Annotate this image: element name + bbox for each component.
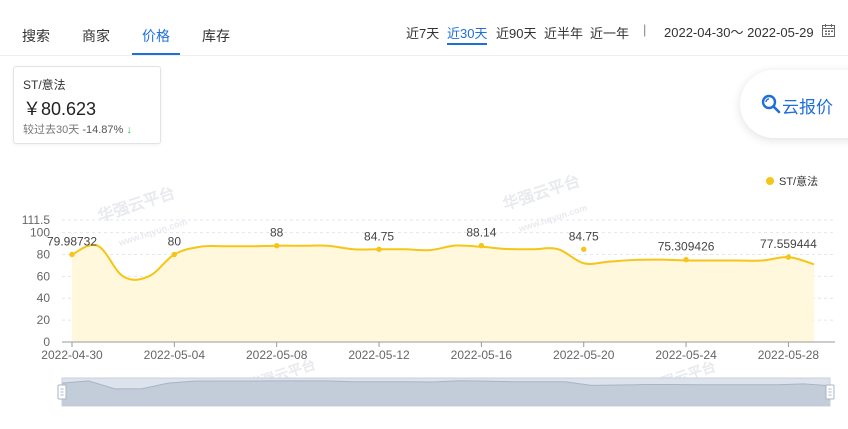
data-point: [581, 246, 587, 252]
y-tick-label: 40: [37, 291, 51, 305]
watermark-text: 华强云平台: [95, 183, 177, 226]
data-point: [478, 242, 485, 249]
chart-area-layer: [71, 243, 815, 342]
data-label: 88: [270, 226, 284, 240]
y-tick-label: 0: [43, 335, 50, 349]
series-area-fill: [72, 244, 814, 342]
data-label: 88.14: [466, 226, 496, 240]
data-label: 79.98732: [47, 234, 97, 248]
x-tick-label: 2022-05-08: [246, 348, 308, 362]
data-label: 77.559444: [760, 237, 817, 251]
x-tick-label: 2022-05-28: [758, 348, 820, 362]
x-tick-label: 2022-05-16: [451, 348, 513, 362]
y-tick-label: 80: [37, 247, 51, 261]
data-label: 84.75: [364, 229, 394, 243]
x-tick-label: 2022-05-24: [655, 348, 717, 362]
x-tick-label: 2022-05-04: [144, 348, 206, 362]
data-point: [785, 254, 792, 260]
y-tick-label: 20: [37, 313, 51, 327]
data-point: [171, 251, 178, 258]
x-tick-label: 2022-05-12: [348, 348, 410, 362]
data-label: 75.309426: [658, 240, 715, 254]
data-label: 84.75: [569, 229, 599, 243]
price-chart: 华强云平台www.hqyun.com华强云平台www.hqyun.com华强云平…: [22, 171, 835, 407]
x-tick-label: 2022-04-30: [41, 348, 103, 362]
price-page: 搜索 商家 价格 库存 近7天 近30天 近90天 近半年 近一年 | 2022…: [0, 0, 848, 429]
zoom-slider: [57, 377, 835, 407]
data-point: [683, 256, 689, 263]
data-label: 80: [168, 234, 182, 248]
x-tick-label: 2022-05-20: [553, 348, 615, 362]
data-point: [273, 243, 280, 249]
y-tick-label: 111.5: [22, 213, 51, 227]
data-point: [69, 251, 75, 258]
data-point: [376, 246, 382, 252]
y-tick-label: 60: [37, 269, 51, 283]
